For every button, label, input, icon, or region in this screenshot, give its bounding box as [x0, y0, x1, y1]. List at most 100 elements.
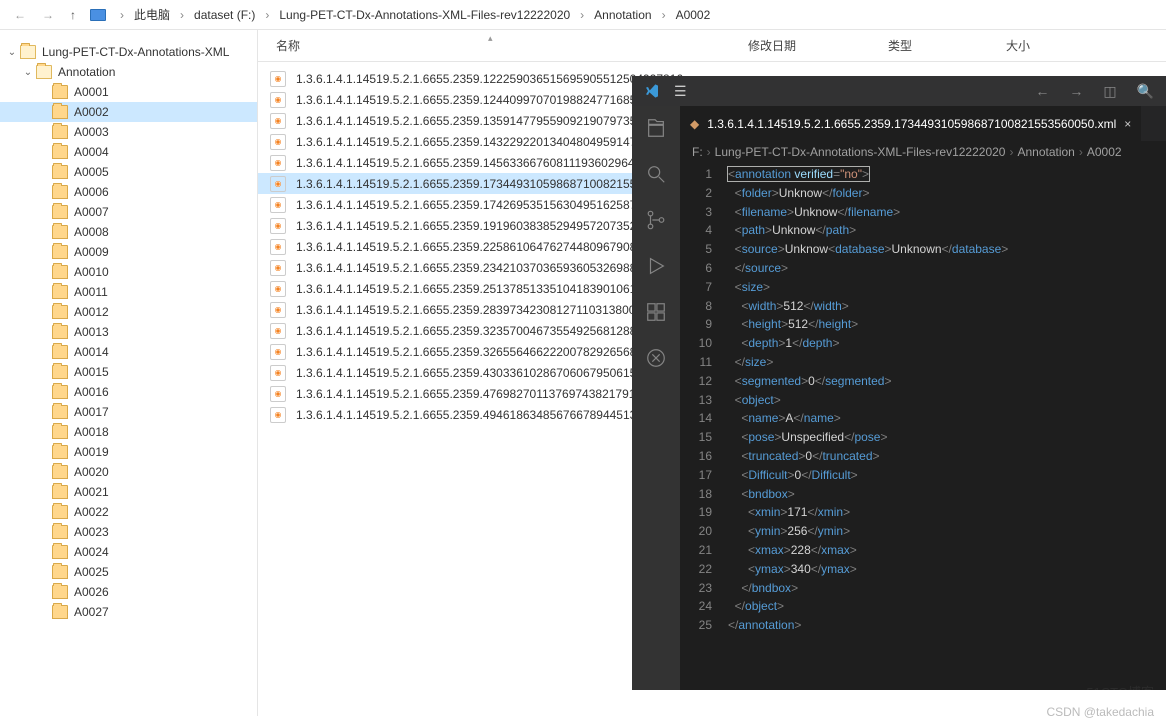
- search-icon[interactable]: 🔍: [1137, 83, 1154, 100]
- folder-icon: [52, 385, 68, 399]
- column-modified[interactable]: 修改日期: [748, 37, 888, 54]
- tree-label: A0011: [74, 285, 108, 299]
- column-size[interactable]: 大小: [1006, 37, 1086, 54]
- tree-item[interactable]: A0002: [0, 102, 257, 122]
- tree-label: A0001: [74, 85, 109, 99]
- nav-forward-icon[interactable]: →: [1069, 83, 1083, 99]
- close-icon[interactable]: ×: [1124, 117, 1131, 131]
- bc-part[interactable]: Annotation: [1017, 145, 1074, 159]
- tree-item[interactable]: A0020: [0, 462, 257, 482]
- tree-item[interactable]: A0019: [0, 442, 257, 462]
- testing-icon[interactable]: [644, 346, 668, 370]
- tree-item[interactable]: A0005: [0, 162, 257, 182]
- tree-item[interactable]: A0012: [0, 302, 257, 322]
- file-name: 1.3.6.1.4.1.14519.5.2.1.6655.2359.476982…: [296, 387, 682, 401]
- tree-item[interactable]: ⌄ Annotation: [0, 62, 257, 82]
- tree-item[interactable]: A0015: [0, 362, 257, 382]
- tree-item[interactable]: A0018: [0, 422, 257, 442]
- run-debug-icon[interactable]: [644, 254, 668, 278]
- folder-icon: [52, 585, 68, 599]
- tree-item[interactable]: A0007: [0, 202, 257, 222]
- folder-icon: [52, 505, 68, 519]
- column-name[interactable]: 名称: [258, 37, 748, 54]
- tree-label: A0002: [74, 105, 109, 119]
- chevron-right-icon: ›: [257, 8, 277, 22]
- tree-item[interactable]: ⌄ Lung-PET-CT-Dx-Annotations-XML: [0, 42, 257, 62]
- chevron-down-icon: ⌄: [4, 47, 20, 58]
- bc-part[interactable]: F:: [692, 145, 703, 159]
- bc-part[interactable]: A0002: [1087, 145, 1122, 159]
- tree-item[interactable]: A0023: [0, 522, 257, 542]
- code-content[interactable]: <annotation verified="no"> <folder>Unkno…: [724, 163, 1166, 690]
- extensions-icon[interactable]: [644, 300, 668, 324]
- tree-item[interactable]: A0008: [0, 222, 257, 242]
- breadcrumb-part[interactable]: A0002: [674, 6, 713, 24]
- tree-item[interactable]: A0001: [0, 82, 257, 102]
- code-editor[interactable]: 1234567891011121314151617181920212223242…: [680, 163, 1166, 690]
- file-name: 1.3.6.1.4.1.14519.5.2.1.6655.2359.174269…: [296, 198, 683, 212]
- tree-label: A0016: [74, 385, 109, 399]
- tree-item[interactable]: A0017: [0, 402, 257, 422]
- folder-icon: [52, 245, 68, 259]
- tree-item[interactable]: A0027: [0, 602, 257, 622]
- search-icon[interactable]: [644, 162, 668, 186]
- column-type[interactable]: 类型: [888, 37, 1006, 54]
- tree-item[interactable]: A0021: [0, 482, 257, 502]
- tree-item[interactable]: A0013: [0, 322, 257, 342]
- tree-label: A0010: [74, 265, 109, 279]
- bc-part[interactable]: Lung-PET-CT-Dx-Annotations-XML-Files-rev…: [715, 145, 1006, 159]
- split-editor-icon[interactable]: ◫: [1103, 83, 1116, 100]
- tree-label: A0018: [74, 425, 109, 439]
- tree-item[interactable]: A0025: [0, 562, 257, 582]
- menu-icon[interactable]: ☰: [674, 83, 687, 100]
- folder-icon: [52, 125, 68, 139]
- tree-item[interactable]: A0014: [0, 342, 257, 362]
- tree-item[interactable]: A0026: [0, 582, 257, 602]
- tree-item[interactable]: A0004: [0, 142, 257, 162]
- folder-icon: [52, 145, 68, 159]
- explorer-icon[interactable]: [644, 116, 668, 140]
- folder-icon: [52, 445, 68, 459]
- tree-label: A0006: [74, 185, 109, 199]
- editor-breadcrumb[interactable]: F:› Lung-PET-CT-Dx-Annotations-XML-Files…: [680, 141, 1166, 163]
- tree-item[interactable]: A0022: [0, 502, 257, 522]
- tree-item[interactable]: A0003: [0, 122, 257, 142]
- tree-item[interactable]: A0011: [0, 282, 257, 302]
- tree-item[interactable]: A0010: [0, 262, 257, 282]
- tree-item[interactable]: A0024: [0, 542, 257, 562]
- folder-icon: [52, 185, 68, 199]
- file-name: 1.3.6.1.4.1.14519.5.2.1.6655.2359.145633…: [296, 156, 681, 170]
- folder-icon: [52, 405, 68, 419]
- tree-label: A0027: [74, 605, 109, 619]
- tree-label: A0014: [74, 345, 109, 359]
- tree-label: A0009: [74, 245, 109, 259]
- source-control-icon[interactable]: [644, 208, 668, 232]
- forward-icon: →: [34, 8, 62, 22]
- breadcrumb-part[interactable]: Lung-PET-CT-Dx-Annotations-XML-Files-rev…: [277, 6, 572, 24]
- breadcrumb-part[interactable]: dataset (F:): [192, 6, 257, 24]
- xml-file-icon: [270, 134, 286, 150]
- breadcrumb-part[interactable]: Annotation: [592, 6, 653, 24]
- address-bar: ← → ↑ › 此电脑 › dataset (F:) › Lung-PET-CT…: [0, 0, 1166, 30]
- xml-file-icon: [270, 113, 286, 129]
- tree-item[interactable]: A0009: [0, 242, 257, 262]
- up-icon[interactable]: ↑: [62, 8, 84, 22]
- file-name: 1.3.6.1.4.1.14519.5.2.1.6655.2359.323570…: [296, 324, 683, 338]
- folder-icon: [52, 285, 68, 299]
- folder-icon: [52, 345, 68, 359]
- tree-item[interactable]: A0016: [0, 382, 257, 402]
- file-name: 1.3.6.1.4.1.14519.5.2.1.6655.2359.135914…: [296, 114, 683, 128]
- file-name: 1.3.6.1.4.1.14519.5.2.1.6655.2359.430336…: [296, 366, 681, 380]
- breadcrumb-part[interactable]: 此电脑: [132, 4, 172, 25]
- xml-file-icon: [270, 407, 286, 423]
- editor-tab[interactable]: ◆ 1.3.6.1.4.1.14519.5.2.1.6655.2359.1734…: [680, 106, 1141, 141]
- folder-icon: [52, 425, 68, 439]
- nav-back-icon[interactable]: ←: [1035, 83, 1049, 99]
- folder-icon: [52, 85, 68, 99]
- tree-item[interactable]: A0006: [0, 182, 257, 202]
- activity-bar: [632, 106, 680, 690]
- xml-file-icon: [270, 302, 286, 318]
- vscode-window: ☰ ← → ◫ 🔍 ◆ 1.3.6.1.4.1.14519.5.2.1.6655…: [632, 76, 1166, 690]
- file-name: 1.3.6.1.4.1.14519.5.2.1.6655.2359.494618…: [296, 408, 683, 422]
- folder-icon: [52, 205, 68, 219]
